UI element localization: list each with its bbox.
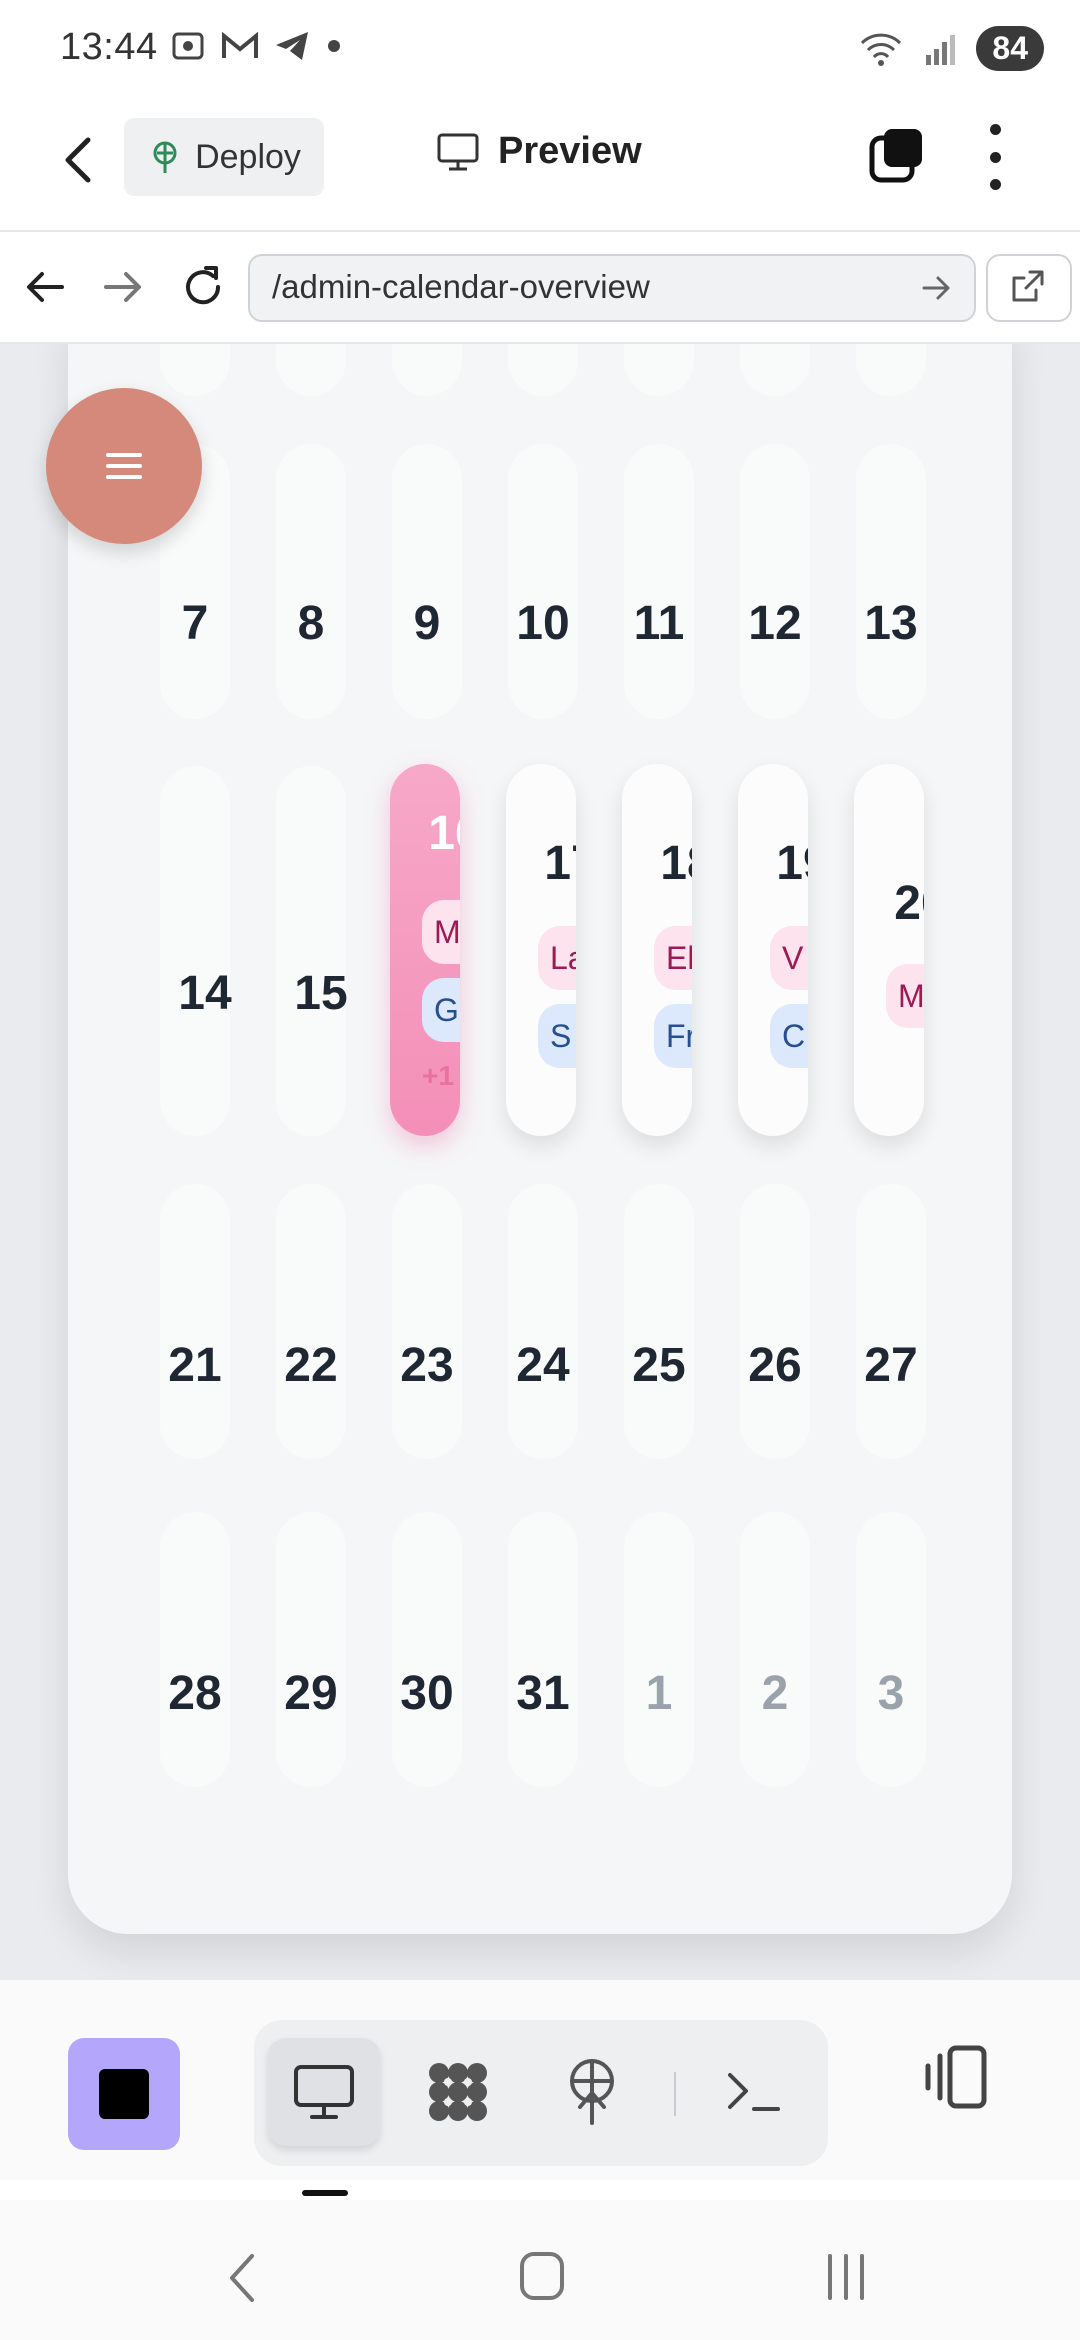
deploy-icon bbox=[153, 141, 177, 173]
day-cell[interactable]: 22 bbox=[266, 1338, 356, 1393]
event-chip[interactable]: Fr bbox=[654, 1004, 692, 1068]
signal-icon bbox=[926, 34, 956, 65]
day-cell[interactable]: 13 bbox=[846, 596, 936, 651]
deploy-label: Deploy bbox=[195, 137, 301, 176]
day-cell[interactable]: 12 bbox=[730, 596, 820, 651]
day-cell[interactable]: 21 bbox=[150, 1338, 240, 1393]
back-icon[interactable] bbox=[50, 130, 110, 190]
menu-fab[interactable] bbox=[46, 388, 202, 544]
stop-icon bbox=[99, 2069, 149, 2119]
terminal-button[interactable] bbox=[698, 2038, 810, 2146]
more-options-icon[interactable] bbox=[980, 124, 1010, 190]
telegram-icon bbox=[276, 32, 308, 60]
browser-forward-icon[interactable] bbox=[96, 260, 150, 314]
terminal-icon bbox=[728, 2073, 780, 2111]
deploy-view-button[interactable] bbox=[536, 2038, 648, 2146]
day-cell[interactable]: 9 bbox=[382, 596, 472, 651]
browser-back-icon[interactable] bbox=[18, 260, 72, 314]
status-bar: 13:44 84 bbox=[0, 0, 1080, 100]
day-cell-next-month[interactable]: 1 bbox=[614, 1666, 704, 1721]
day-cell[interactable]: 23 bbox=[382, 1338, 472, 1393]
preview-content: 7 8 9 10 11 12 13 14 15 16 M G +1 17 La … bbox=[0, 344, 1080, 1980]
browser-bar: /admin-calendar-overview bbox=[0, 232, 1080, 344]
day-cell[interactable]: 18 El Fr bbox=[622, 764, 692, 1136]
active-tab-indicator bbox=[302, 2190, 348, 2196]
day-number: 17 bbox=[544, 837, 576, 890]
reload-icon[interactable] bbox=[176, 260, 230, 314]
event-chip[interactable]: M bbox=[886, 964, 924, 1028]
tabs-stack-icon[interactable] bbox=[866, 126, 926, 186]
day-cell[interactable]: 19 V C bbox=[738, 764, 808, 1136]
day-cell[interactable]: 24 bbox=[498, 1338, 588, 1393]
stop-button[interactable] bbox=[68, 2038, 180, 2150]
desktop-view-button[interactable] bbox=[268, 2038, 380, 2146]
day-cell[interactable]: 11 bbox=[614, 596, 704, 651]
status-time: 13:44 bbox=[60, 26, 158, 68]
day-cell-next-month[interactable]: 2 bbox=[730, 1666, 820, 1721]
day-cell-today[interactable]: 16 M G +1 bbox=[390, 764, 460, 1136]
day-cell[interactable]: 14 bbox=[160, 966, 250, 1021]
day-cell[interactable]: 10 bbox=[498, 596, 588, 651]
deploy-button[interactable]: Deploy bbox=[124, 118, 324, 196]
event-chip[interactable]: El bbox=[654, 926, 692, 990]
system-home-icon[interactable] bbox=[518, 2250, 566, 2302]
open-external-button[interactable] bbox=[986, 254, 1072, 322]
url-text: /admin-calendar-overview bbox=[272, 268, 650, 305]
day-cell[interactable]: 15 bbox=[276, 966, 366, 1021]
event-chip[interactable]: G bbox=[422, 978, 460, 1042]
day-cell[interactable]: 17 La S bbox=[506, 764, 576, 1136]
system-navigation-bar bbox=[0, 2200, 1080, 2340]
deploy-icon bbox=[570, 2059, 614, 2125]
day-cell[interactable]: 30 bbox=[382, 1666, 472, 1721]
more-events-count[interactable]: +1 bbox=[422, 1060, 454, 1092]
event-chip[interactable]: C bbox=[770, 1004, 808, 1068]
divider bbox=[674, 2072, 676, 2116]
monitor-icon bbox=[437, 133, 479, 170]
battery-indicator: 84 bbox=[976, 26, 1044, 71]
day-cell-next-month[interactable]: 3 bbox=[846, 1666, 936, 1721]
view-switcher bbox=[254, 2020, 828, 2166]
external-link-icon bbox=[1012, 270, 1044, 302]
url-field[interactable]: /admin-calendar-overview bbox=[248, 254, 976, 322]
day-cell[interactable]: 20 M bbox=[854, 764, 924, 1136]
gmail-icon bbox=[222, 31, 258, 58]
day-cell[interactable]: 29 bbox=[266, 1666, 356, 1721]
day-cell[interactable]: 27 bbox=[846, 1338, 936, 1393]
desktop-icon bbox=[294, 2065, 354, 2119]
bottom-toolbar bbox=[0, 1980, 1080, 2180]
day-number: 20 bbox=[894, 877, 924, 930]
event-chip[interactable]: V bbox=[770, 926, 808, 990]
event-chip[interactable]: M bbox=[422, 900, 460, 964]
day-cell[interactable]: 26 bbox=[730, 1338, 820, 1393]
go-arrow-icon[interactable] bbox=[916, 268, 956, 308]
system-recents-icon[interactable] bbox=[822, 2250, 870, 2302]
preview-title[interactable]: Preview bbox=[436, 130, 642, 173]
day-number: 19 bbox=[776, 837, 808, 890]
notification-icons bbox=[170, 28, 344, 64]
day-cell[interactable]: 28 bbox=[150, 1666, 240, 1721]
apps-view-button[interactable] bbox=[402, 2038, 514, 2146]
calendar-card: 7 8 9 10 11 12 13 14 15 16 M G +1 17 La … bbox=[68, 344, 1012, 1934]
event-chip[interactable]: S bbox=[538, 1004, 576, 1068]
day-cell[interactable]: 25 bbox=[614, 1338, 704, 1393]
dot-icon bbox=[328, 40, 340, 52]
layout-toggle-icon[interactable] bbox=[918, 2038, 998, 2118]
day-number: 18 bbox=[660, 837, 692, 890]
apps-grid-icon bbox=[429, 2063, 487, 2121]
day-cell[interactable]: 8 bbox=[266, 596, 356, 651]
hamburger-icon bbox=[106, 453, 142, 479]
preview-label: Preview bbox=[498, 130, 642, 172]
day-cell[interactable]: 31 bbox=[498, 1666, 588, 1721]
app-bar: Deploy Preview bbox=[0, 100, 1080, 232]
system-back-icon[interactable] bbox=[222, 2250, 262, 2306]
event-chip[interactable]: La bbox=[538, 926, 576, 990]
wifi-icon bbox=[861, 33, 902, 66]
screenshot-icon bbox=[172, 32, 204, 60]
day-cell[interactable]: 7 bbox=[150, 596, 240, 651]
day-number: 16 bbox=[428, 807, 460, 860]
